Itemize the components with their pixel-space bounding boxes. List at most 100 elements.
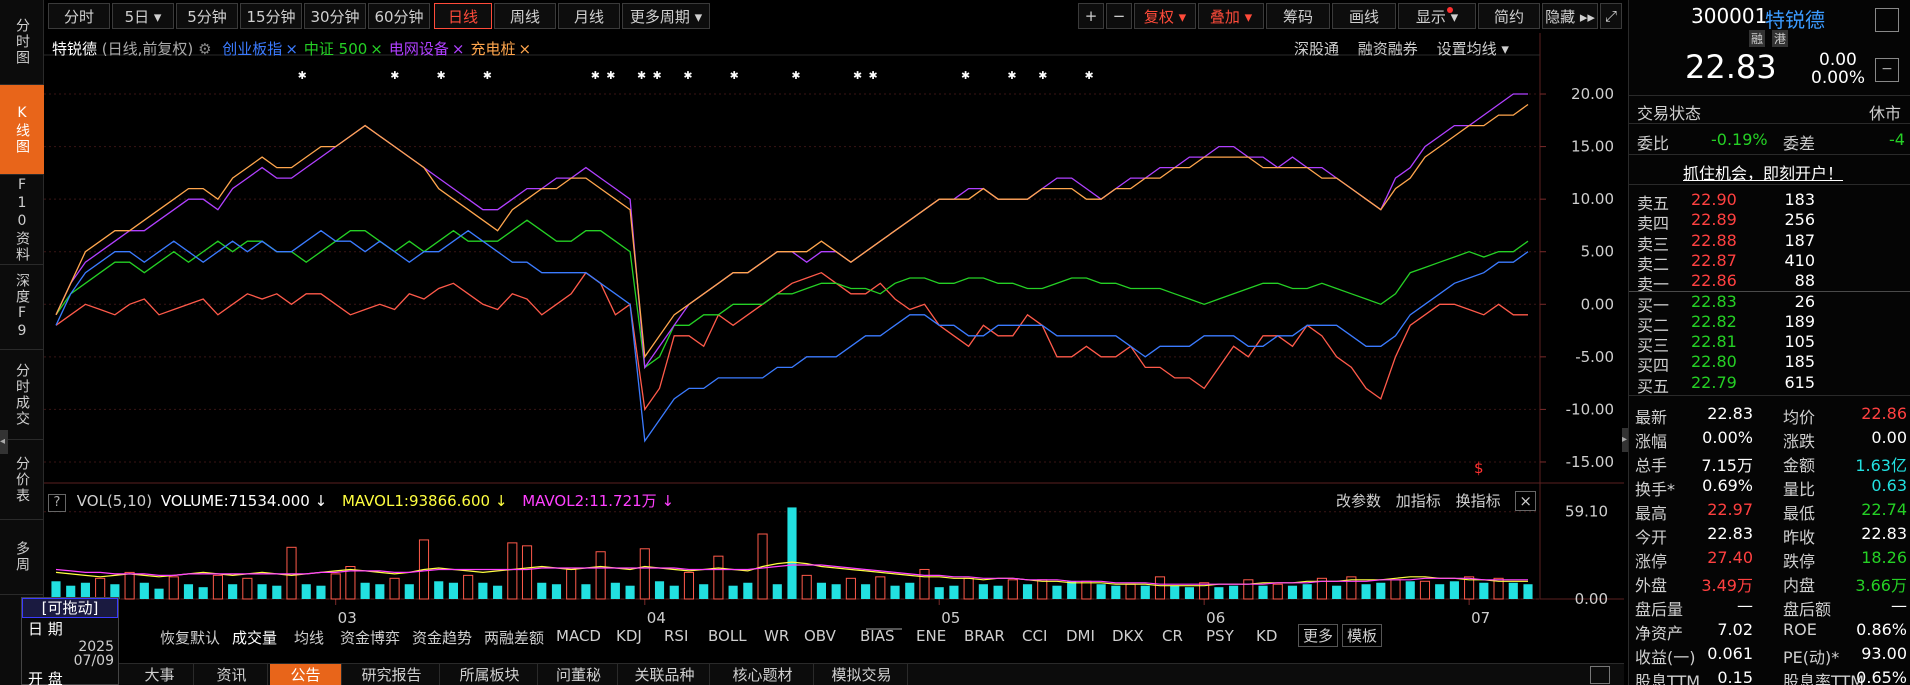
- drag-label[interactable]: [可拖动]: [22, 598, 118, 618]
- indicator-tab-22[interactable]: 模板: [1342, 624, 1383, 647]
- bottom-tab-7[interactable]: 核心题材: [712, 664, 814, 685]
- asks-row[interactable]: 卖五 22.90 183: [1629, 190, 1910, 213]
- close-icon[interactable]: ×: [1515, 491, 1536, 511]
- minus-icon[interactable]: −: [1875, 58, 1899, 82]
- indicator-tab-7[interactable]: KDJ: [616, 627, 642, 645]
- indicator-tab-17[interactable]: DKX: [1112, 627, 1144, 645]
- indicator-tab-21[interactable]: 更多: [1298, 624, 1339, 647]
- indicator-tab-5[interactable]: 两融差额: [484, 627, 544, 648]
- shengutong-link[interactable]: 深股通: [1294, 40, 1339, 58]
- indicator-tab-8[interactable]: RSI: [664, 627, 688, 645]
- indicator-tab-20[interactable]: KD: [1256, 627, 1277, 645]
- asks-row[interactable]: 卖三 22.88 187: [1629, 230, 1910, 254]
- top-toolbar: 分时 5日 ▾ 5分钟 15分钟 30分钟 60分钟 日线 周线 月线 更多周期 ▾ + − 复权 ▾ 叠…: [44, 0, 1624, 33]
- chart-area[interactable]: 20.00 15.00 10.00 5.00 0.00 -5.00 -10.00 -15.00…: [44, 33, 1624, 633]
- rongzi-link[interactable]: 融资融券: [1358, 40, 1418, 58]
- indicator-tab-4[interactable]: 资金趋势: [412, 627, 472, 648]
- indicator-tab-14[interactable]: BRAR: [964, 627, 1005, 645]
- left-collapse-icon[interactable]: ◂: [0, 430, 8, 454]
- gear-icon[interactable]: ⚙: [198, 40, 211, 58]
- period-tab-9[interactable]: 更多周期 ▾: [622, 3, 710, 29]
- bottom-tab-0[interactable]: 大事: [126, 664, 194, 685]
- overlay-3[interactable]: 充电桩: [470, 40, 515, 58]
- indicator-tab-1[interactable]: 成交量: [232, 627, 277, 648]
- left-nav-item-6[interactable]: 多周: [0, 520, 44, 595]
- period-tab-2[interactable]: 5分钟: [176, 3, 238, 29]
- period-tab-7[interactable]: 周线: [494, 3, 556, 29]
- asks-row[interactable]: 卖二 22.87 410: [1629, 251, 1910, 274]
- minus-button[interactable]: −: [1106, 3, 1132, 29]
- weicha-label: 委差: [1783, 134, 1816, 153]
- indicator-tab-16[interactable]: DMI: [1066, 627, 1095, 645]
- indicator-tab-12[interactable]: BIAS: [860, 627, 895, 645]
- bottom-tab-6[interactable]: 关联品种: [620, 664, 710, 685]
- bids-price: 22.81: [1691, 332, 1737, 352]
- indicator-tab-0[interactable]: 恢复默认: [160, 627, 220, 648]
- bids-row[interactable]: 买二 22.82 189: [1629, 312, 1910, 335]
- indicator-tab-18[interactable]: CR: [1162, 627, 1183, 645]
- bids-row[interactable]: 买五 22.79 615: [1629, 373, 1910, 396]
- bottom-tab-5[interactable]: 问董秘: [540, 664, 618, 685]
- bottom-tab-4[interactable]: 所属板块: [442, 664, 538, 685]
- asks-row[interactable]: 卖四 22.89 256: [1629, 210, 1910, 233]
- bottom-tab-8[interactable]: 模拟交易: [816, 664, 908, 685]
- indicator-tab-3[interactable]: 资金博弈: [340, 627, 400, 648]
- period-tab-3[interactable]: 15分钟: [240, 3, 302, 29]
- indicator-tab-9[interactable]: BOLL: [708, 627, 747, 645]
- overlay-close-icon[interactable]: ×: [285, 40, 298, 58]
- indicator-tab-11[interactable]: OBV: [804, 627, 836, 645]
- bottom-tab-1[interactable]: 资讯: [196, 664, 268, 685]
- indicator-tab-19[interactable]: PSY: [1206, 627, 1234, 645]
- chouma-button[interactable]: 筹码: [1266, 3, 1330, 29]
- jiazhibiao-link[interactable]: 加指标: [1396, 492, 1441, 510]
- expand-icon[interactable]: ⤢: [1600, 3, 1622, 29]
- vol-bar: [905, 582, 915, 599]
- period-tab-0[interactable]: 分时: [48, 3, 110, 29]
- gaicanshu-link[interactable]: 改参数: [1336, 492, 1381, 510]
- bids-row[interactable]: 买一 22.83 26: [1629, 292, 1910, 315]
- left-nav-item-0[interactable]: 分时图: [0, 0, 44, 85]
- vol-mavol2: MAVOL2:11.721万 ↓: [522, 492, 675, 510]
- huaxian-button[interactable]: 画线: [1332, 3, 1396, 29]
- overlay-close-icon[interactable]: ×: [370, 40, 383, 58]
- period-tab-1[interactable]: 5日 ▾: [112, 3, 174, 29]
- indicator-tab-2[interactable]: 均线: [294, 627, 324, 648]
- yincang-button[interactable]: 隐藏 ▸▸: [1542, 3, 1598, 29]
- overlay-0[interactable]: 创业板指: [222, 40, 282, 58]
- indicator-tab-15[interactable]: CCI: [1022, 627, 1047, 645]
- indicator-tab-6[interactable]: MACD: [556, 627, 601, 645]
- bids-row[interactable]: 买三 22.81 105: [1629, 332, 1910, 355]
- period-tab-4[interactable]: 30分钟: [304, 3, 366, 29]
- left-nav-item-2[interactable]: F10资料: [0, 175, 44, 265]
- help-icon[interactable]: ?: [48, 494, 66, 512]
- period-tab-8[interactable]: 月线: [558, 3, 620, 29]
- asks-row[interactable]: 卖一 22.86 88: [1629, 271, 1910, 294]
- panel-expand-icon[interactable]: [1875, 8, 1899, 32]
- bottom-tab-2[interactable]: 公告: [270, 664, 342, 685]
- left-nav-item-3[interactable]: 深度F9: [0, 265, 44, 350]
- asks-volume: 187: [1784, 230, 1815, 250]
- overlay-close-icon[interactable]: ×: [518, 40, 531, 58]
- fuquan-button[interactable]: 复权 ▾: [1134, 3, 1196, 29]
- diejia-button[interactable]: 叠加 ▾: [1198, 3, 1264, 29]
- bids-row[interactable]: 买四 22.80 185: [1629, 352, 1910, 375]
- indicator-tab-10[interactable]: WR: [764, 627, 789, 645]
- overlay-1[interactable]: 中证 500: [304, 40, 367, 58]
- panel-toggle-icon[interactable]: [1590, 666, 1610, 684]
- plus-button[interactable]: +: [1078, 3, 1104, 29]
- bottom-tab-3[interactable]: 研究报告: [344, 664, 440, 685]
- promo-link[interactable]: 抓住机会，即刻开户！: [1683, 160, 1843, 184]
- overlay-close-icon[interactable]: ×: [452, 40, 465, 58]
- period-tab-5[interactable]: 60分钟: [368, 3, 430, 29]
- left-nav-item-4[interactable]: 分时成交: [0, 350, 44, 440]
- jianyue-button[interactable]: 简约: [1478, 3, 1540, 29]
- indicator-tab-13[interactable]: ENE: [916, 627, 946, 645]
- date-tooltip[interactable]: [可拖动] 日 期 2025 07/09 开 盘: [21, 597, 119, 685]
- overlay-2[interactable]: 电网设备: [389, 40, 449, 58]
- left-nav-item-1[interactable]: K线图: [0, 85, 44, 175]
- set-ma-link[interactable]: 设置均线 ▾: [1437, 40, 1509, 58]
- huanzhibiao-link[interactable]: 换指标: [1456, 492, 1501, 510]
- xianshi-button[interactable]: 显示 ▾: [1398, 3, 1476, 29]
- period-tab-6[interactable]: 日线: [434, 3, 492, 29]
- vol-bar: [1258, 585, 1268, 599]
